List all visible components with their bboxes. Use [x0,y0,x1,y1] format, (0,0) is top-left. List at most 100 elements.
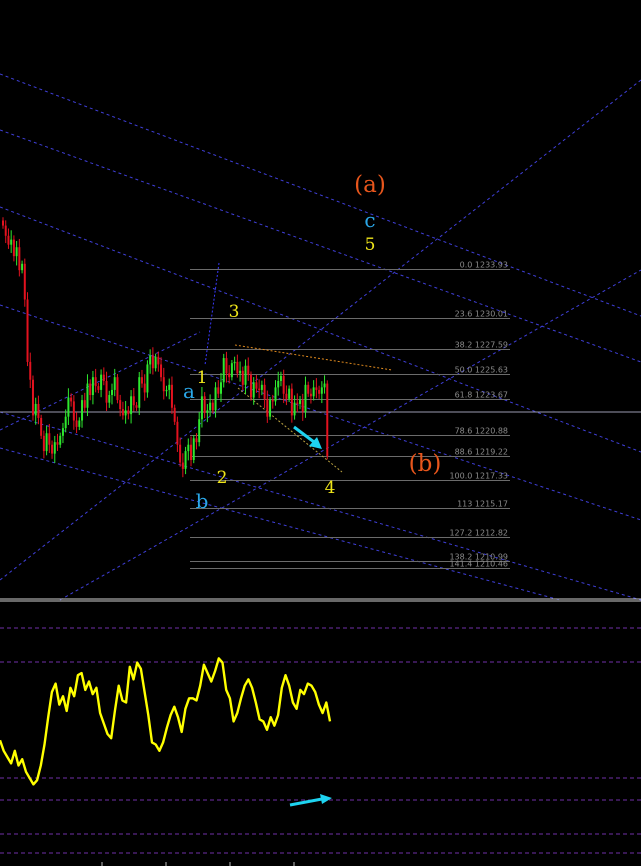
candle-body [124,410,127,416]
candle [249,371,252,401]
candle-body [4,225,7,236]
candle-body [260,384,263,390]
candle-body [296,402,299,404]
candle-body [222,358,225,383]
candle-body [282,375,285,394]
candle-body [51,444,54,454]
candle-body [211,402,214,411]
candle-body [269,400,272,417]
fib-level-label-3: 50.0 1225.63 [455,366,508,375]
wave-label-1: 1 [197,368,208,388]
candle-body [209,402,212,411]
candle-body [42,435,45,452]
candle-body [143,383,146,393]
wave-label-a-outer: (a) [354,172,386,198]
chart-background [0,0,641,866]
fib-level-label-4: 61.8 1223.67 [455,391,508,400]
candle-body [21,263,24,271]
candle-body [277,381,280,388]
candle-body [176,421,179,445]
candle-body [320,387,323,394]
candle-body [45,433,48,452]
candle-body [70,397,73,402]
wave-label-c: c [364,208,375,232]
candle-body [198,419,201,443]
candle-body [86,383,89,408]
candle-body [225,358,228,374]
candle-body [83,400,86,408]
candle-body [113,377,116,390]
candle-body [170,384,173,408]
candle-body [299,400,302,404]
candle-body [116,377,119,401]
candle-body [140,377,143,384]
candle [192,435,195,464]
candle-body [301,400,304,412]
candle-body [154,356,157,369]
candle-body [67,397,70,417]
candle-body [304,384,307,412]
candle-body [151,355,154,369]
candle-body [271,400,274,402]
candle-body [285,393,288,399]
candle-body [48,433,51,445]
candle-body [173,407,176,422]
candle-body [217,387,220,394]
candle-body [312,387,315,397]
candle-body [23,263,26,300]
candle-body [91,377,94,396]
chart-root: 0.0 1233.93 23.6 1230.01 38.2 1227.59 50.0 … [0,0,641,866]
candle-body [7,235,10,245]
wave-label-3: 3 [229,302,240,322]
candle-body [241,370,244,385]
candle-body [61,428,64,436]
candle [326,380,329,460]
candle-body [192,438,195,460]
candle-body [318,389,321,394]
candle-body [187,444,190,452]
wave-label-b-outer: (b) [409,451,442,477]
candle-body [89,383,92,396]
candle-body [111,389,113,396]
candle-body [249,374,252,398]
candle [269,396,272,420]
candle-body [165,389,168,392]
candle-body [255,382,258,389]
wave-label-2: 2 [217,468,228,488]
candle-body [293,402,296,416]
candle [26,292,29,367]
candle-body [195,438,198,443]
candle-body [206,410,209,413]
candle-body [290,388,293,416]
candle-body [108,395,111,403]
candle-body [105,381,108,403]
candle [31,375,34,421]
candle-body [121,409,124,416]
candle-body [279,375,282,382]
candle-body [102,374,105,382]
candle-body [244,365,247,385]
wave-label-b: b [196,489,209,513]
candle-body [247,365,250,375]
candle-body [190,444,193,460]
candle-body [236,361,239,374]
candle-body [149,355,152,365]
candle-body [15,247,18,257]
candle-body [10,239,13,245]
fib-level-label-9: 127.2 1212.82 [449,529,508,538]
candle-body [203,396,206,413]
candle-body [135,405,138,408]
candle-body [119,400,122,410]
candle-body [233,361,236,364]
candle-body [2,220,4,226]
candle-body [160,364,163,378]
candle-body [181,462,184,469]
fib-level-label-1: 23.6 1230.01 [455,310,508,319]
candle [40,414,43,439]
candle-body [184,451,187,469]
candle-body [323,383,326,388]
candle-body [179,444,182,463]
candle-body [138,377,141,408]
candle-body [220,382,222,394]
candle-body [40,417,43,436]
